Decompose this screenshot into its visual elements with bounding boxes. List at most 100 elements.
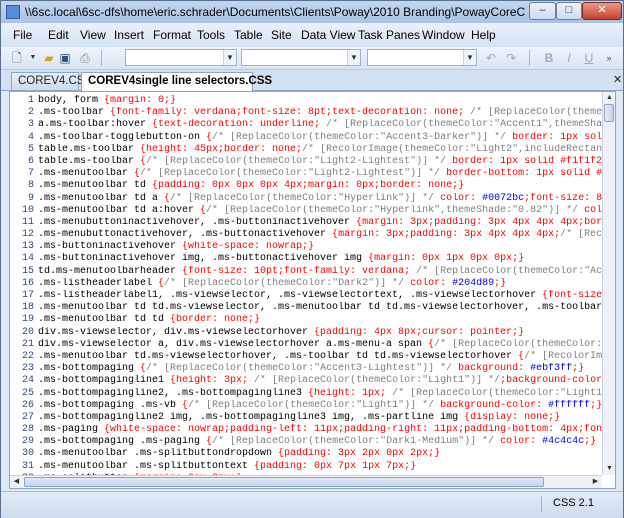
line-number: 5 <box>27 143 34 155</box>
menu-data-view[interactable]: Data View <box>301 28 355 42</box>
line-number: 10 <box>21 204 34 216</box>
code-line[interactable]: 1 body, form {margin: 0;} <box>10 95 602 107</box>
line-number: 26 <box>21 399 34 411</box>
maximize-button[interactable]: □ <box>556 2 582 20</box>
code-line[interactable]: 14 .ms-buttoninactivehover img, .ms-butto… <box>10 253 602 265</box>
scroll-up-icon[interactable]: ▲ <box>603 92 615 104</box>
code-token: /* [ReplaceColor(themeColor:"Light1")] *… <box>254 375 501 387</box>
code-line[interactable]: 30 .ms-menutoolbar .ms-splitbuttondropdow… <box>10 448 602 460</box>
code-line[interactable]: 2 .ms-toolbar {font-family: verdana;font-… <box>10 107 602 119</box>
style-combo[interactable]: ▼ <box>125 49 237 66</box>
font-size-combo[interactable]: ▼ <box>367 49 477 66</box>
line-number: 3 <box>27 119 34 131</box>
code-line[interactable]: 19 .ms-menutoolbar td td {border: none;} <box>10 314 602 326</box>
code-line[interactable]: 28 .ms-paging {white-space: nowrap;paddin… <box>10 424 602 436</box>
vertical-scrollbar[interactable]: ▲ ▼ <box>602 92 615 475</box>
minimize-button[interactable]: – <box>529 2 556 20</box>
horizontal-scrollbar[interactable]: ◀ ▶ <box>10 475 602 488</box>
document-tabs: COREV4.CSS COREV4single line selectors.C… <box>1 70 623 91</box>
code-line[interactable]: 6 table.ms-toolbar {/* [ReplaceColor(them… <box>10 156 602 168</box>
menu-table[interactable]: Table <box>234 28 263 42</box>
code-line[interactable]: 5 table.ms-toolbar {height: 45px;border: … <box>10 144 602 156</box>
italic-button[interactable]: I <box>561 50 577 66</box>
menu-view[interactable]: View <box>80 28 106 42</box>
chevron-down-icon[interactable]: ▼ <box>25 50 41 66</box>
menu-site[interactable]: Site <box>271 28 292 42</box>
font-combo[interactable]: ▼ <box>241 49 361 66</box>
code-token: .ms-menutoolbar td a:hover <box>38 204 201 216</box>
underline-button[interactable]: U <box>581 50 597 66</box>
status-divider <box>541 496 542 512</box>
code-line[interactable]: 9 .ms-menutoolbar td a {/* [ReplaceColor(… <box>10 193 602 205</box>
line-number: 27 <box>21 411 34 423</box>
code-line[interactable]: 23 .ms-bottompaging {/* [ReplaceColor(the… <box>10 363 602 375</box>
code-token: /* [ReplaceColor(themeColor:"Light1")] <box>392 387 602 399</box>
code-line[interactable]: 31 .ms-menutoolbar .ms-splitbuttontext {p… <box>10 461 602 473</box>
code-token: table.ms-toolbar <box>38 155 141 167</box>
scroll-down-icon[interactable]: ▼ <box>603 463 615 475</box>
line-number: 14 <box>21 253 34 265</box>
code-line[interactable]: 3 a.ms-toolbar:hover {text-decoration: un… <box>10 119 602 131</box>
code-line[interactable]: 25 .ms-bottompagingline2, .ms-bottompagin… <box>10 388 602 400</box>
code-line[interactable]: 17 .ms-listheaderlabel1, .ms-viewselector… <box>10 290 602 302</box>
code-token: {height: 1px; <box>308 387 393 399</box>
code-editor[interactable]: 1 body, form {margin: 0;} 2 .ms-toolbar {fo… <box>9 91 616 489</box>
close-tab-icon[interactable]: ✕ <box>613 73 622 86</box>
scroll-left-icon[interactable]: ◀ <box>10 476 23 488</box>
code-line[interactable]: 15 td.ms-menutoolbarheader {font-size: 10… <box>10 266 602 278</box>
code-line[interactable]: 24 .ms-bottompagingline1 {height: 3px; /*… <box>10 375 602 387</box>
code-token: .ms-paging <box>38 424 105 436</box>
scroll-right-icon[interactable]: ▶ <box>589 476 602 488</box>
menu-help[interactable]: Help <box>471 28 496 42</box>
code-line[interactable]: 16 .ms-listheaderlabel {/* [ReplaceColor(… <box>10 278 602 290</box>
code-line[interactable]: 21 div.ms-viewselector a, div.ms-viewsele… <box>10 339 602 351</box>
toolbar-separator <box>101 50 102 66</box>
print-icon[interactable]: ⎙ <box>77 50 93 66</box>
line-number: 24 <box>21 375 34 387</box>
code-token: table.ms-toolbar <box>38 143 141 155</box>
menu-edit[interactable]: Edit <box>48 28 69 42</box>
code-line[interactable]: 10 .ms-menutoolbar td a:hover {/* [Replac… <box>10 205 602 217</box>
tab-corev4-single-line-selectors[interactable]: COREV4single line selectors.CSS <box>81 72 272 91</box>
code-line[interactable]: 22 .ms-menutoolbar td.ms-viewselectorhove… <box>10 351 602 363</box>
undo-icon[interactable]: ↶ <box>483 50 499 66</box>
vertical-scroll-thumb[interactable] <box>604 104 614 122</box>
code-line[interactable]: 4 .ms-toolbar-togglebutton-on {/* [Replac… <box>10 132 602 144</box>
code-line[interactable]: 7 .ms-menutoolbar {/* [ReplaceColor(theme… <box>10 168 602 180</box>
menu-window[interactable]: Window <box>422 28 465 42</box>
redo-icon[interactable]: ↷ <box>503 50 519 66</box>
code-line[interactable]: 12 .ms-menubuttonactivehover, .ms-buttona… <box>10 229 602 241</box>
title-bar[interactable]: \\6sc.local\6sc-dfs\home\eric.schrader\D… <box>1 1 623 23</box>
code-token: /* [ReplaceColor(themeColor:"Dark1-Mediu… <box>212 436 501 448</box>
close-button[interactable]: ✕ <box>582 2 622 20</box>
code-token: ;} <box>494 277 507 289</box>
code-line[interactable]: 20 div.ms-viewselector, div.ms-viewselect… <box>10 327 602 339</box>
code-line[interactable]: 11 .ms-menubuttoninactivehover, .ms-butto… <box>10 217 602 229</box>
code-token: {font-size: 10pt;font-family: verdana; <box>182 265 417 277</box>
code-line[interactable]: 26 .ms-bottompaging .ms-vb {/* [ReplaceCo… <box>10 400 602 412</box>
line-number: 9 <box>27 192 34 204</box>
code-line[interactable]: 27 .ms-bottompagingline2 img, .ms-bottomp… <box>10 412 602 424</box>
code-token: {margin: 0;} <box>104 95 177 106</box>
menu-file[interactable]: File <box>13 28 32 42</box>
code-line[interactable]: 29 .ms-bottompaging .ms-paging {/* [Repla… <box>10 436 602 448</box>
code-line[interactable]: 18 .ms-menutoolbar td td.ms-viewselector,… <box>10 302 602 314</box>
line-number: 4 <box>27 131 34 143</box>
bold-button[interactable]: B <box>541 50 557 66</box>
chevron-down-icon: ▼ <box>463 50 476 65</box>
menu-tools[interactable]: Tools <box>197 28 225 42</box>
menu-insert[interactable]: Insert <box>114 28 144 42</box>
tab-corev4-css[interactable]: COREV4.CSS <box>11 72 92 90</box>
save-icon[interactable]: ▣ <box>57 50 73 66</box>
code-token: .ms-toolbar-togglebutton-on <box>38 131 207 143</box>
code-line[interactable]: 8 .ms-menutoolbar td {padding: 0px 0px 0p… <box>10 180 602 192</box>
menu-format[interactable]: Format <box>153 28 191 42</box>
open-folder-icon[interactable]: ▰ <box>41 50 57 66</box>
code-token: .ms-bottompaging .ms-paging <box>38 436 207 448</box>
line-number: 20 <box>21 326 34 338</box>
new-document-icon[interactable]: 🗋 <box>9 50 25 66</box>
toolbar-overflow-icon[interactable]: » <box>601 50 617 66</box>
horizontal-scroll-thumb[interactable] <box>24 477 544 487</box>
code-line[interactable]: 13 .ms-buttoninactivehover {white-space: … <box>10 241 602 253</box>
menu-task-panes[interactable]: Task Panes <box>358 28 420 42</box>
